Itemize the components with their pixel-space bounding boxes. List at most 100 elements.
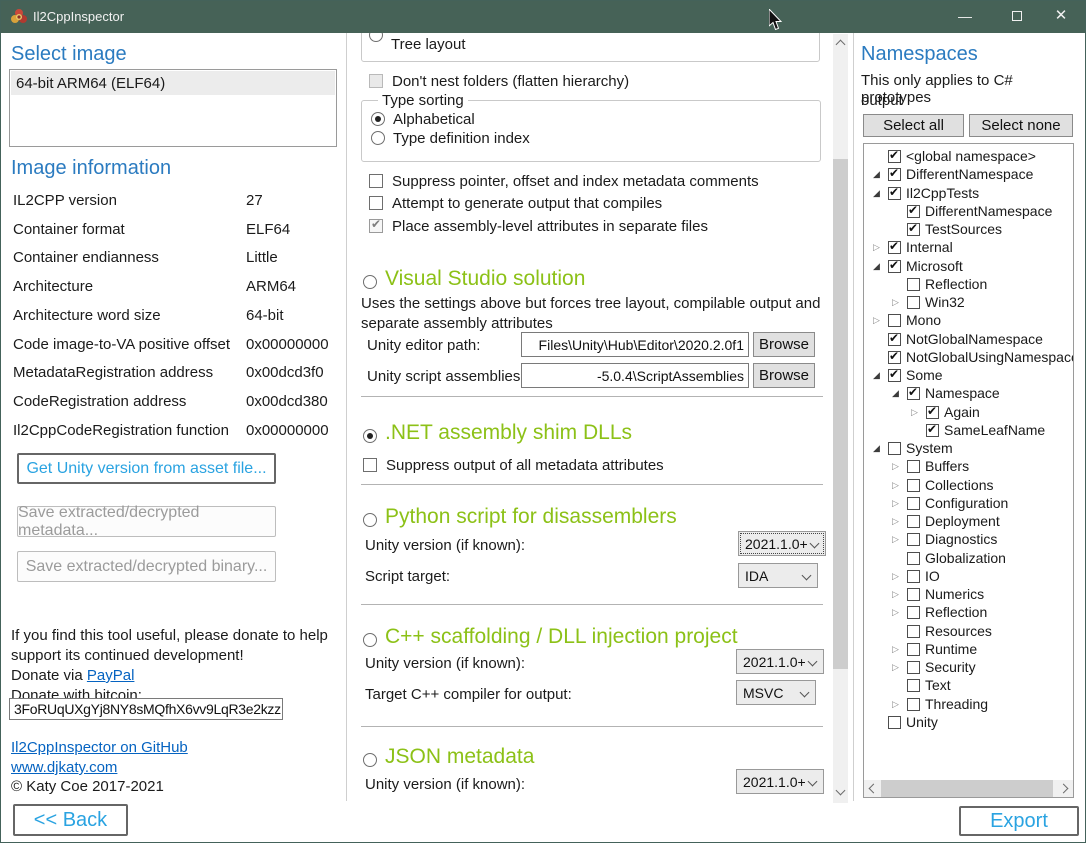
tree-item-label[interactable]: Runtime xyxy=(925,641,977,657)
tree-expand-icon[interactable]: ▷ xyxy=(892,297,899,308)
tree-item-checkbox[interactable] xyxy=(888,314,901,327)
scroll-right-icon[interactable] xyxy=(1059,784,1069,794)
tree-item-label[interactable]: Mono xyxy=(906,312,941,328)
tree-item-label[interactable]: Globalization xyxy=(925,550,1006,566)
tree-h-scrollbar[interactable] xyxy=(864,780,1073,797)
tree-item-label[interactable]: NotGlobalUsingNamespace xyxy=(906,349,1073,365)
tree-item-checkbox[interactable] xyxy=(888,716,901,729)
tree-item-label[interactable]: Collections xyxy=(925,477,993,493)
tree-item-globalization[interactable]: Globalization xyxy=(864,550,1073,568)
tree-item-system[interactable]: ◢ System xyxy=(864,440,1073,458)
tree-item-checkbox[interactable] xyxy=(907,460,920,473)
tree-item-checkbox[interactable] xyxy=(907,552,920,565)
tree-item-label[interactable]: Unity xyxy=(906,714,938,730)
tree-item-mono[interactable]: ▷Mono xyxy=(864,312,1073,330)
tree-item-notglobalnamespace[interactable]: NotGlobalNamespace xyxy=(864,331,1073,349)
tree-item-label[interactable]: Configuration xyxy=(925,495,1008,511)
tree-item-label[interactable]: Diagnostics xyxy=(925,531,997,547)
tree-item-checkbox[interactable] xyxy=(888,187,901,200)
tree-item-checkbox[interactable] xyxy=(888,369,901,382)
tree-expand-icon[interactable]: ▷ xyxy=(892,662,899,673)
tree-expand-icon[interactable]: ▷ xyxy=(911,407,918,418)
tree-item-checkbox[interactable] xyxy=(907,606,920,619)
tree-item-checkbox[interactable] xyxy=(907,515,920,528)
tree-item-diagnostics[interactable]: ▷ Diagnostics xyxy=(864,531,1073,549)
tree-item-checkbox[interactable] xyxy=(907,698,920,711)
tree-expand-icon[interactable]: ▷ xyxy=(892,461,899,472)
tree-item-checkbox[interactable] xyxy=(888,442,901,455)
title-bar[interactable]: Il2CppInspector — ✕ xyxy=(1,1,1085,33)
tree-item-io[interactable]: ▷IO xyxy=(864,568,1073,586)
tree-item-label[interactable]: Again xyxy=(944,404,980,420)
tree-item-label[interactable]: Security xyxy=(925,659,976,675)
tree-item-label[interactable]: Reflection xyxy=(925,276,987,292)
tree-item-internal[interactable]: ▷Internal xyxy=(864,239,1073,257)
tree-item-label[interactable]: Namespace xyxy=(925,385,1000,401)
tree-item-checkbox[interactable] xyxy=(888,241,901,254)
tree-item-checkbox[interactable] xyxy=(907,223,920,236)
tree-item-numerics[interactable]: ▷Numerics xyxy=(864,586,1073,604)
tree-item-label[interactable]: System xyxy=(906,440,953,456)
tree-item-checkbox[interactable] xyxy=(907,387,920,400)
minimize-icon[interactable]: — xyxy=(947,1,983,33)
tree-expand-icon[interactable]: ▷ xyxy=(892,516,899,527)
tree-expand-icon[interactable]: ▷ xyxy=(892,571,899,582)
tree-item-checkbox[interactable] xyxy=(907,205,920,218)
tree-item-label[interactable]: Text xyxy=(925,677,951,693)
tree-expand-icon[interactable]: ▷ xyxy=(892,699,899,710)
tree-item-label[interactable]: Resources xyxy=(925,623,992,639)
tree-item-checkbox[interactable] xyxy=(926,406,939,419)
tree-item-label[interactable]: Reflection xyxy=(925,604,987,620)
tree-item-differentnamespace[interactable]: DifferentNamespace xyxy=(864,203,1073,221)
select-all-button[interactable]: Select all xyxy=(863,114,964,137)
tree-item-some[interactable]: ◢ Some xyxy=(864,367,1073,385)
tree-item-resources[interactable]: Resources xyxy=(864,623,1073,641)
tree-item--global-namespace-[interactable]: <global namespace> xyxy=(864,148,1073,166)
tree-item-checkbox[interactable] xyxy=(907,588,920,601)
tree-item-label[interactable]: Il2CppTests xyxy=(906,185,979,201)
export-button[interactable]: Export xyxy=(959,806,1079,836)
tree-item-checkbox[interactable] xyxy=(907,479,920,492)
tree-item-label[interactable]: SameLeafName xyxy=(944,422,1045,438)
tree-collapse-icon[interactable]: ◢ xyxy=(892,388,899,399)
tree-item-again[interactable]: ▷ Again xyxy=(864,404,1073,422)
tree-item-notglobalusingnamespace[interactable]: NotGlobalUsingNamespace xyxy=(864,349,1073,367)
tree-item-differentnamespace[interactable]: ◢ DifferentNamespace xyxy=(864,166,1073,184)
tree-collapse-icon[interactable]: ◢ xyxy=(873,443,880,454)
tree-item-configuration[interactable]: ▷ Configuration xyxy=(864,495,1073,513)
namespaces-tree[interactable]: <global namespace> ◢ DifferentNamespace ◢ Il… xyxy=(863,143,1074,798)
tree-item-label[interactable]: Microsoft xyxy=(906,258,963,274)
tree-item-label[interactable]: DifferentNamespace xyxy=(906,166,1033,182)
tree-item-checkbox[interactable] xyxy=(888,150,901,163)
tree-item-unity[interactable]: Unity xyxy=(864,714,1073,732)
tree-item-checkbox[interactable] xyxy=(888,168,901,181)
tree-item-sameleafname[interactable]: SameLeafName xyxy=(864,422,1073,440)
tree-item-checkbox[interactable] xyxy=(907,570,920,583)
tree-expand-icon[interactable]: ▷ xyxy=(892,589,899,600)
tree-item-namespace[interactable]: ◢ Namespace xyxy=(864,385,1073,403)
tree-collapse-icon[interactable]: ◢ xyxy=(873,370,880,381)
tree-item-collections[interactable]: ▷Collections xyxy=(864,477,1073,495)
tree-item-reflection[interactable]: Reflection xyxy=(864,276,1073,294)
tree-item-microsoft[interactable]: ◢ Microsoft xyxy=(864,258,1073,276)
tree-item-checkbox[interactable] xyxy=(907,296,920,309)
tree-collapse-icon[interactable]: ◢ xyxy=(873,169,880,180)
tree-item-threading[interactable]: ▷Threading xyxy=(864,696,1073,714)
tree-collapse-icon[interactable]: ◢ xyxy=(873,188,880,199)
tree-item-checkbox[interactable] xyxy=(907,679,920,692)
tree-expand-icon[interactable]: ▷ xyxy=(892,534,899,545)
select-none-button[interactable]: Select none xyxy=(969,114,1073,137)
close-icon[interactable]: ✕ xyxy=(1043,1,1079,33)
tree-item-buffers[interactable]: ▷Buffers xyxy=(864,458,1073,476)
tree-item-testsources[interactable]: TestSources xyxy=(864,221,1073,239)
maximize-icon[interactable] xyxy=(999,1,1035,33)
tree-item-checkbox[interactable] xyxy=(907,533,920,546)
tree-item-checkbox[interactable] xyxy=(926,424,939,437)
tree-item-label[interactable]: Some xyxy=(906,367,943,383)
tree-item-checkbox[interactable] xyxy=(907,278,920,291)
tree-item-label[interactable]: <global namespace> xyxy=(906,148,1036,164)
tree-collapse-icon[interactable]: ◢ xyxy=(873,261,880,272)
tree-item-security[interactable]: ▷ Security xyxy=(864,659,1073,677)
tree-expand-icon[interactable]: ▷ xyxy=(892,498,899,509)
tree-item-reflection[interactable]: ▷Reflection xyxy=(864,604,1073,622)
